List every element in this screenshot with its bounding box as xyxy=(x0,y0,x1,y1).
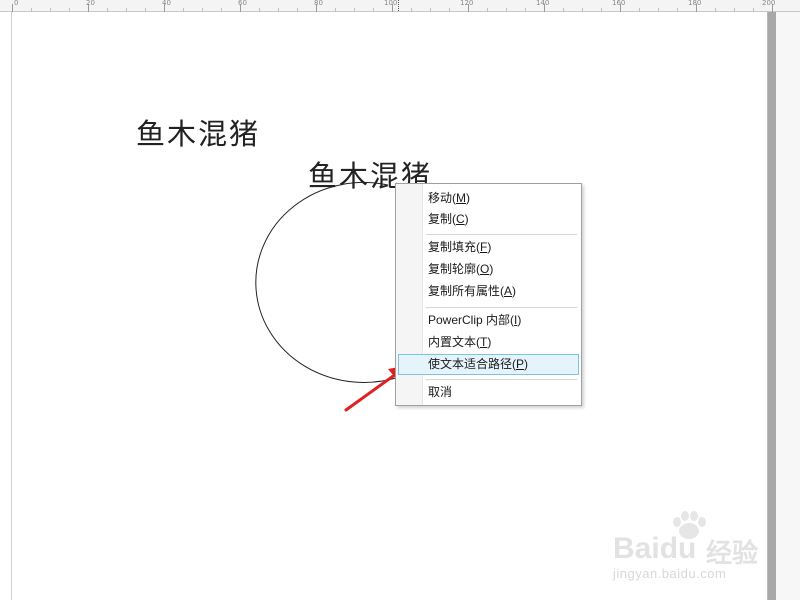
menu-separator xyxy=(426,307,577,308)
access-key: C xyxy=(456,212,465,226)
watermark-brand-bai: Bai xyxy=(613,532,660,565)
context-menu: 移动(M) 复制(C) 复制填充(F) 复制轮廓(O) 复制所有属性(A) Po… xyxy=(395,183,582,406)
menu-item-copy[interactable]: 复制(C) xyxy=(398,209,579,230)
watermark-brand: Baidu xyxy=(613,532,696,566)
watermark-url: jingyan.baidu.com xyxy=(613,566,727,581)
menu-item-fit-text-to-path[interactable]: 使文本适合路径(P) xyxy=(398,354,579,375)
menu-item-place-inside-text[interactable]: 内置文本(T) xyxy=(398,332,579,353)
access-key: I xyxy=(514,313,518,327)
menu-item-copy-fill[interactable]: 复制填充(F) xyxy=(398,237,579,258)
menu-item-cancel[interactable]: 取消 xyxy=(398,382,579,403)
access-key: P xyxy=(516,357,525,371)
menu-item-copy-all-properties[interactable]: 复制所有属性(A) xyxy=(398,281,579,302)
circle-path xyxy=(255,181,403,383)
menu-item-powerclip-inside[interactable]: PowerClip 内部(I) xyxy=(398,310,579,331)
menu-item-copy-outline[interactable]: 复制轮廓(O) xyxy=(398,259,579,280)
access-key: M xyxy=(456,191,466,205)
menu-separator xyxy=(426,379,577,380)
watermark-cn: 经验 xyxy=(706,538,759,568)
access-key: F xyxy=(480,240,488,254)
menu-item-move[interactable]: 移动(M) xyxy=(398,188,579,209)
baidu-jingyan-watermark: Baidu 经验 jingyan.baidu.com xyxy=(613,510,763,581)
menu-separator xyxy=(426,234,577,235)
access-key: O xyxy=(480,262,490,276)
access-key: A xyxy=(504,284,513,298)
red-arrow-icon xyxy=(344,372,398,412)
access-key: T xyxy=(480,335,488,349)
watermark-brand-du: du xyxy=(659,532,697,565)
